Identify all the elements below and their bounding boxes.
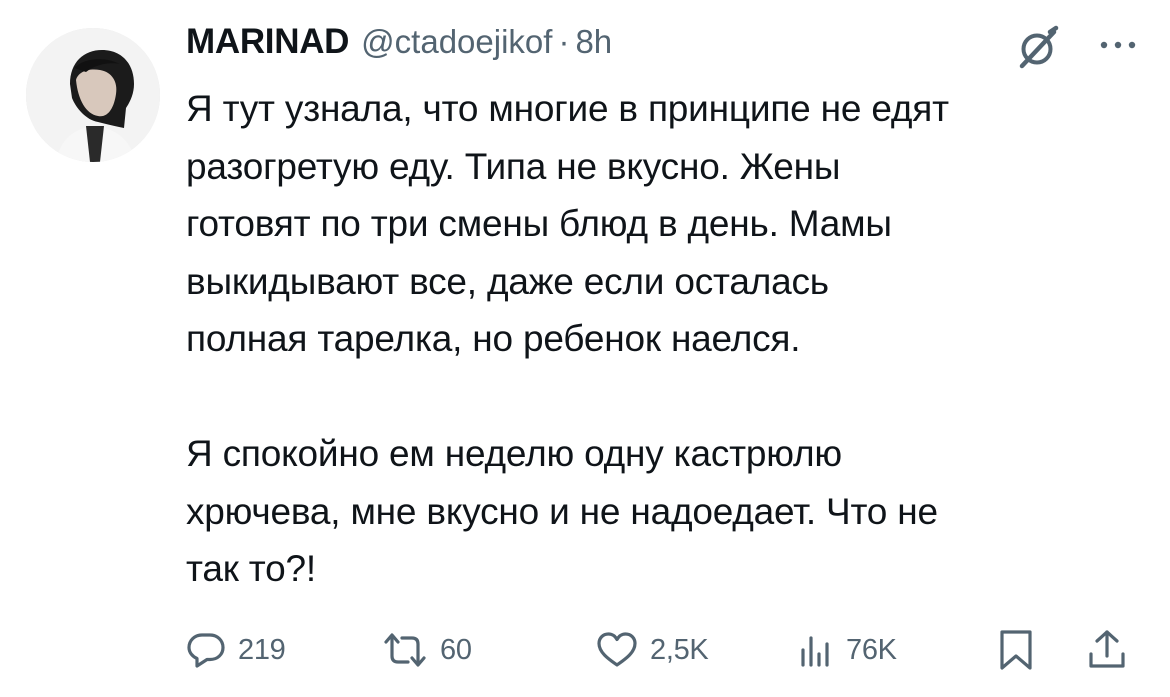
reply-button[interactable]: 219 — [186, 620, 286, 680]
author-display-name[interactable]: MARINAD — [186, 22, 349, 62]
tweet-paragraph: Я спокойно ем неделю одну кастрюлю хрюче… — [186, 433, 938, 589]
share-button[interactable] — [1086, 620, 1128, 680]
repost-button[interactable]: 60 — [382, 620, 472, 680]
bookmark-icon — [1000, 630, 1032, 670]
grok-icon[interactable] — [1014, 24, 1062, 72]
reply-count: 219 — [238, 633, 286, 666]
avatar-photo — [26, 28, 160, 162]
separator-dot: · — [558, 23, 570, 60]
views-button[interactable]: 76K — [798, 620, 897, 680]
author-handle[interactable]: @ctadoejikof — [361, 23, 552, 61]
bookmark-button[interactable] — [996, 620, 1036, 680]
avatar[interactable] — [26, 28, 160, 162]
repost-count: 60 — [440, 633, 472, 666]
like-button[interactable]: 2,5K — [596, 620, 709, 680]
timestamp[interactable]: 8h — [575, 23, 612, 61]
share-icon — [1089, 630, 1125, 668]
action-bar: 219 60 2,5K 76K — [186, 620, 1146, 680]
reply-icon — [187, 633, 225, 668]
more-icon[interactable] — [1096, 30, 1140, 60]
repost-icon — [384, 633, 426, 667]
views-count: 76K — [846, 633, 897, 666]
views-icon — [801, 636, 829, 667]
tweet-paragraph: Я тут узнала, что многие в принципе не е… — [186, 88, 949, 359]
like-count: 2,5K — [650, 633, 709, 666]
tweet-header: MARINAD @ctadoejikof · 8h — [186, 22, 612, 72]
tweet-text: Я тут узнала, что многие в принципе не е… — [186, 80, 1146, 598]
like-icon — [597, 632, 637, 667]
tweet-card[interactable]: MARINAD @ctadoejikof · 8h Я тут узнала, … — [0, 0, 1170, 697]
